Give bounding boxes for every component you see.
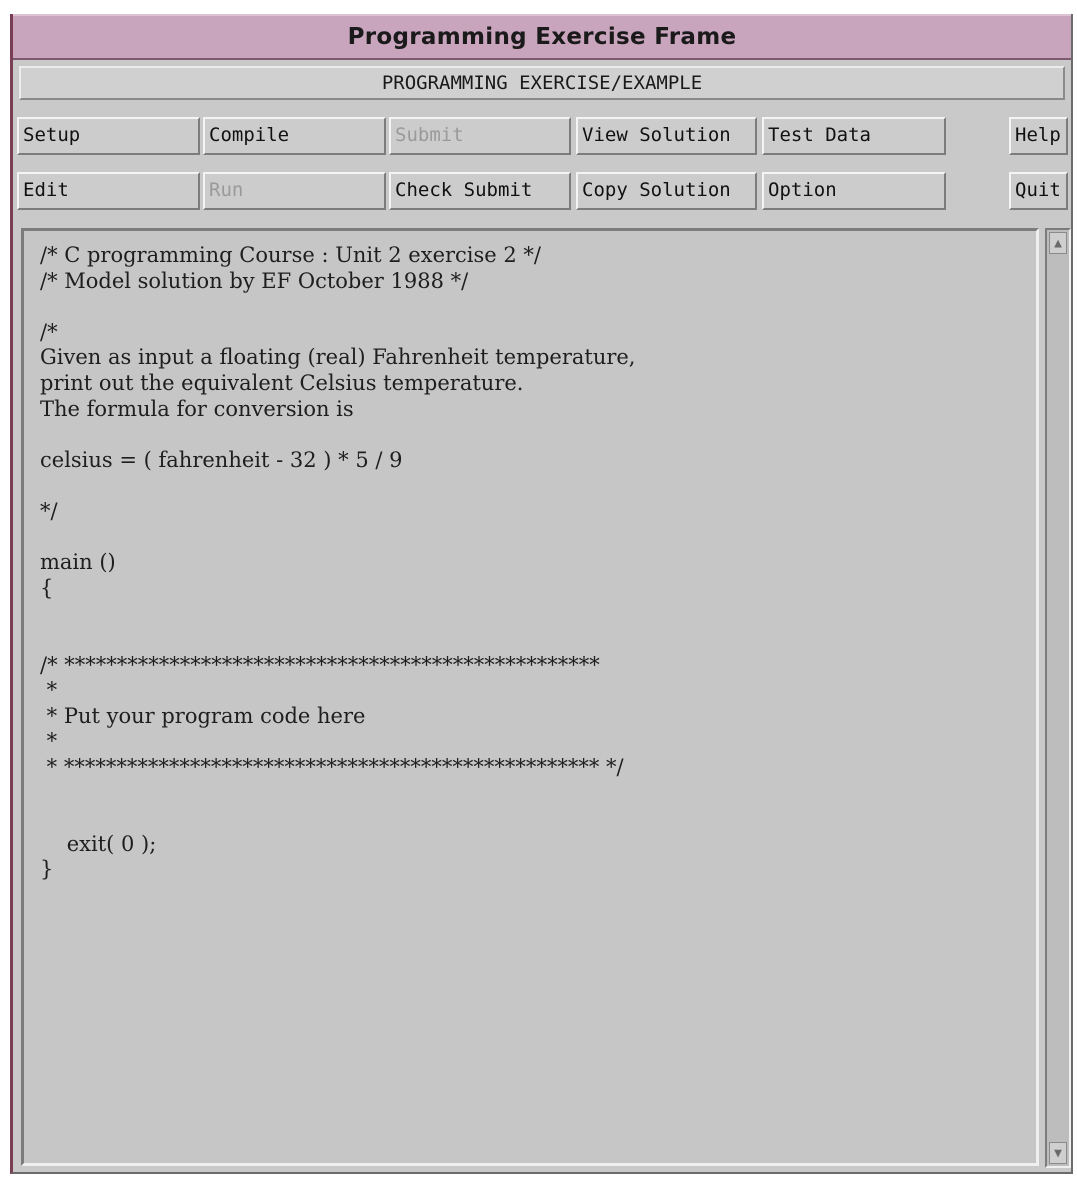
edit-button[interactable]: Edit xyxy=(17,172,200,210)
check-submit-button[interactable]: Check Submit xyxy=(389,172,571,210)
copy-solution-button[interactable]: Copy Solution xyxy=(576,172,757,210)
setup-button[interactable]: Setup xyxy=(17,117,200,155)
window-title: Programming Exercise Frame xyxy=(347,24,737,50)
exercise-header-label: PROGRAMMING EXERCISE/EXAMPLE xyxy=(381,72,703,94)
code-text[interactable]: /* C programming Course : Unit 2 exercis… xyxy=(40,243,636,883)
vertical-scrollbar[interactable]: ▲ ▼ xyxy=(1045,228,1071,1168)
quit-button[interactable]: Quit xyxy=(1009,172,1068,210)
submit-button[interactable]: Submit xyxy=(389,117,571,155)
option-button[interactable]: Option xyxy=(762,172,946,210)
help-button[interactable]: Help xyxy=(1009,117,1068,155)
test-data-button[interactable]: Test Data xyxy=(762,117,946,155)
exercise-header: PROGRAMMING EXERCISE/EXAMPLE xyxy=(19,66,1065,100)
window-titlebar[interactable]: Programming Exercise Frame xyxy=(13,14,1071,60)
code-editor[interactable]: /* C programming Course : Unit 2 exercis… xyxy=(21,228,1039,1166)
programming-exercise-window: Programming Exercise Frame PROGRAMMING E… xyxy=(10,14,1073,1174)
arrow-up-icon[interactable]: ▲ xyxy=(1049,232,1067,254)
view-solution-button[interactable]: View Solution xyxy=(576,117,757,155)
arrow-down-icon[interactable]: ▼ xyxy=(1049,1142,1067,1164)
compile-button[interactable]: Compile xyxy=(203,117,386,155)
run-button[interactable]: Run xyxy=(203,172,386,210)
